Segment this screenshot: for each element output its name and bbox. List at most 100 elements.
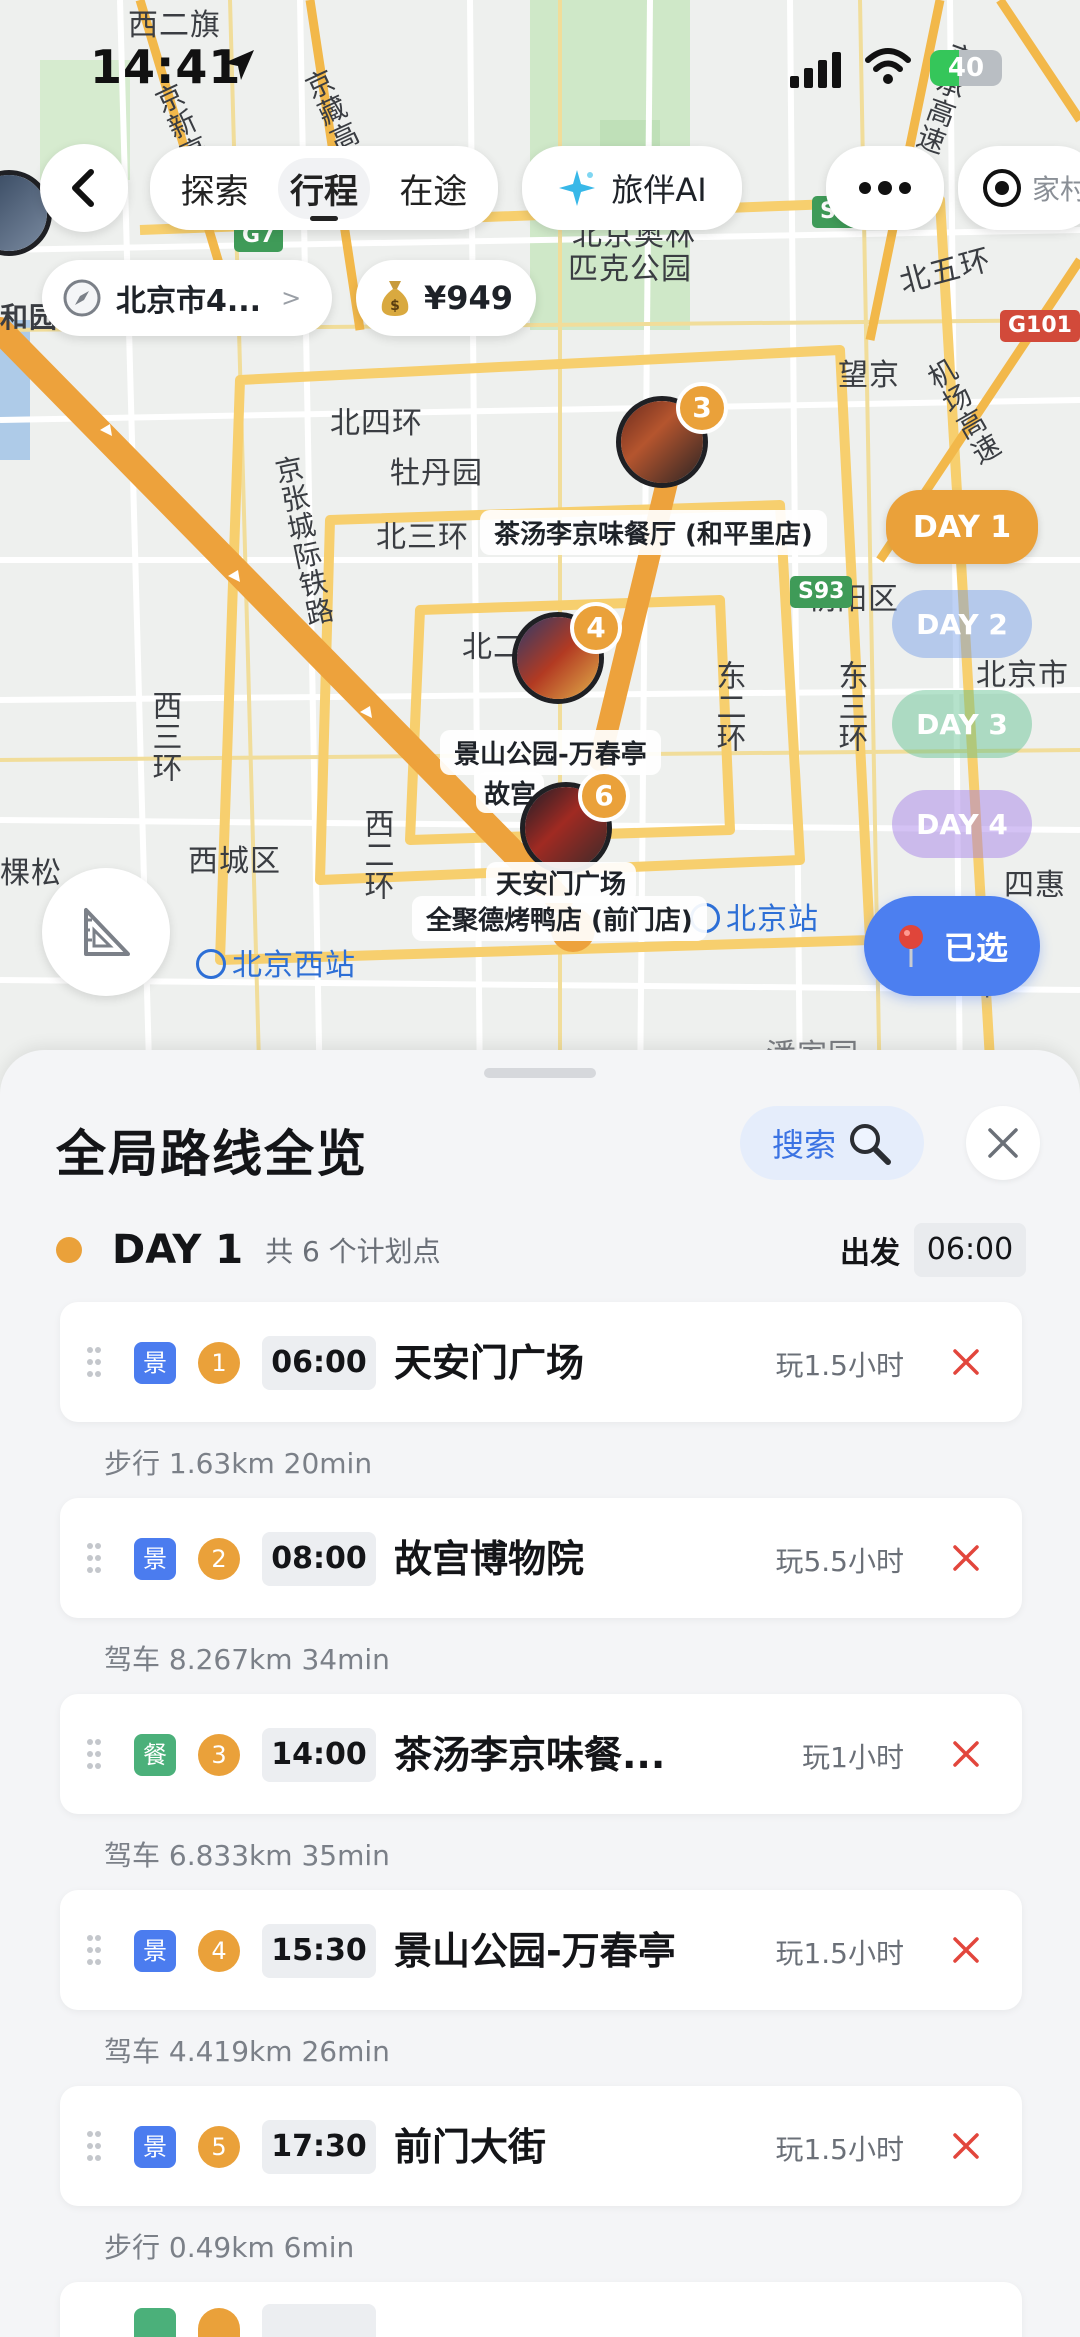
map-label: 西二旗: [128, 8, 221, 43]
day-4-chip[interactable]: DAY 4: [892, 790, 1032, 858]
poi-label[interactable]: 全聚德烤鸭店 (前门店): [412, 896, 707, 941]
itinerary-item[interactable]: 景 2 08:00 故宫博物院 玩5.5小时: [60, 1498, 1022, 1618]
transit-segment: 步行 1.63km 20min: [104, 1447, 373, 1480]
compass-icon: [63, 279, 101, 317]
locate-button[interactable]: 家村: [958, 146, 1080, 230]
itinerary-item[interactable]: 景 5 17:30 前门大街 玩1.5小时: [60, 2086, 1022, 2206]
visit-duration[interactable]: 玩1小时: [802, 1736, 904, 1776]
drag-handle[interactable]: [484, 1068, 596, 1078]
visit-duration[interactable]: 玩1.5小时: [775, 1344, 904, 1384]
sheet-title: 全局路线全览: [56, 1125, 368, 1183]
cellular-signal-icon: [790, 52, 841, 88]
money-bag-icon: $: [381, 281, 409, 316]
category-tag: [134, 2308, 176, 2337]
category-tag: 景: [134, 1538, 176, 1580]
itinerary-item[interactable]: 景 1 06:00 天安门广场 玩1.5小时: [60, 1302, 1022, 1422]
ruler-icon: [84, 908, 130, 956]
close-icon: [988, 1128, 1018, 1158]
itinerary-item[interactable]: 景 4 15:30 景山公园-万春亭 玩1.5小时: [60, 1890, 1022, 2010]
transit-segment: 驾车 6.833km 35min: [104, 1839, 390, 1872]
transit-segment: 驾车 4.419km 26min: [104, 2035, 390, 2068]
place-name: 天安门广场: [394, 1341, 585, 1385]
time-chip[interactable]: 17:30: [262, 2120, 376, 2174]
order-badge: 5: [198, 2126, 240, 2168]
battery-level: 40: [947, 53, 985, 83]
itinerary-item[interactable]: [60, 2282, 1022, 2337]
day-point-count: 共 6 个计划点: [265, 1235, 441, 1268]
delete-icon[interactable]: [950, 1542, 982, 1574]
category-tag: 餐: [134, 1734, 176, 1776]
day-name: DAY 1: [112, 1227, 244, 1273]
time-chip[interactable]: 15:30: [262, 1924, 376, 1978]
itinerary-item[interactable]: 餐 3 14:00 茶汤李京味餐... 玩1小时: [60, 1694, 1022, 1814]
search-button[interactable]: 搜索: [740, 1106, 924, 1180]
svg-text:$: $: [390, 298, 400, 314]
close-button[interactable]: [966, 1106, 1040, 1180]
tab-itinerary[interactable]: 行程: [277, 157, 370, 221]
poi-label[interactable]: 景山公园-万春亭: [440, 730, 661, 775]
drag-grip-icon[interactable]: [86, 1542, 102, 1574]
drag-grip-icon[interactable]: [86, 1738, 102, 1770]
time-chip[interactable]: 08:00: [262, 1532, 376, 1586]
sparkle-icon: [559, 170, 596, 206]
pin-icon: [898, 925, 923, 967]
travel-ai-label: 旅伴AI: [611, 171, 707, 209]
travel-ai-button[interactable]: 旅伴AI: [522, 146, 742, 230]
measure-button[interactable]: [42, 868, 170, 996]
depart-time-button[interactable]: 06:00: [914, 1223, 1026, 1277]
map-label: 牡丹园: [390, 456, 483, 491]
map-label: 望京: [838, 358, 900, 393]
visit-duration[interactable]: 玩1.5小时: [775, 2128, 904, 2168]
delete-icon[interactable]: [950, 1346, 982, 1378]
map-label: 东二环: [710, 660, 746, 753]
time-chip[interactable]: [262, 2304, 376, 2337]
map-label: 西城区: [188, 844, 281, 879]
back-button[interactable]: [40, 144, 128, 232]
search-label: 搜索: [771, 1126, 836, 1164]
day-3-chip[interactable]: DAY 3: [892, 690, 1032, 758]
map-label: 四惠: [1004, 868, 1066, 903]
status-time: 14:41: [90, 40, 242, 94]
day-color-dot: [56, 1237, 82, 1263]
drag-grip-icon[interactable]: [86, 2130, 102, 2162]
map-label: 西三环: [146, 690, 182, 783]
order-badge: [198, 2308, 240, 2337]
time-chip[interactable]: 06:00: [262, 1336, 376, 1390]
delete-icon[interactable]: [950, 1934, 982, 1966]
place-name: 前门大街: [394, 2125, 547, 2169]
place-name: 景山公园-万春亭: [394, 1929, 676, 1973]
city-selector[interactable]: 北京市4... >: [42, 260, 332, 336]
drag-grip-icon[interactable]: [86, 1346, 102, 1378]
time-chip[interactable]: 14:00: [262, 1728, 376, 1782]
poi-badge: 3: [676, 382, 728, 434]
category-tag: 景: [134, 1930, 176, 1972]
order-badge: 2: [198, 1538, 240, 1580]
depart-label: 出发: [840, 1236, 900, 1271]
more-dots-icon: [859, 181, 911, 195]
day-2-chip[interactable]: DAY 2: [892, 590, 1032, 658]
selected-label: 已选: [943, 929, 1008, 967]
delete-icon[interactable]: [950, 1738, 982, 1770]
poi-label[interactable]: 茶汤李京味餐厅 (和平里店): [480, 510, 827, 555]
transit-segment: 驾车 8.267km 34min: [104, 1643, 390, 1676]
poi-badge: 4: [570, 602, 622, 654]
station-label: 北京站: [726, 902, 819, 937]
tab-explore[interactable]: 探索: [169, 158, 261, 219]
city-name: 北京市4...: [116, 284, 262, 319]
station-label: 北京西站: [232, 948, 356, 983]
tab-en-route[interactable]: 在途: [387, 158, 479, 219]
map-label: 匹克公园: [568, 252, 692, 287]
target-icon: [983, 169, 1021, 207]
drag-grip-icon[interactable]: [86, 1934, 102, 1966]
map-label: 北四环: [330, 406, 423, 441]
selected-places-button[interactable]: 已选: [864, 896, 1040, 996]
road-shield: S93: [790, 576, 853, 608]
visit-duration[interactable]: 玩5.5小时: [775, 1540, 904, 1580]
day-1-chip[interactable]: DAY 1: [886, 490, 1038, 564]
delete-icon[interactable]: [950, 2130, 982, 2162]
mode-tabs: 探索 行程 在途: [150, 146, 498, 230]
chevron-left-icon: [72, 169, 94, 207]
visit-duration[interactable]: 玩1.5小时: [775, 1932, 904, 1972]
more-button[interactable]: [826, 146, 944, 230]
budget-button[interactable]: $ ¥949: [356, 260, 536, 336]
